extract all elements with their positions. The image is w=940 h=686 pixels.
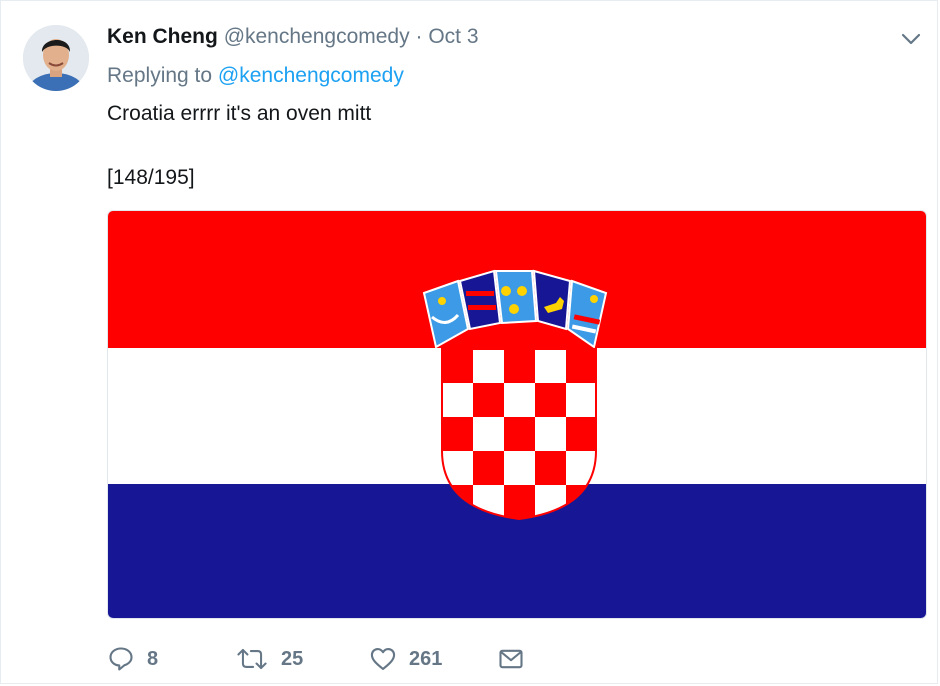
retweet-arrows-icon	[235, 645, 269, 673]
reply-count: 8	[147, 647, 159, 670]
retweet-button[interactable]: 25	[235, 641, 303, 677]
author-name[interactable]: Ken Cheng	[107, 25, 218, 48]
avatar-photo	[23, 25, 89, 91]
tweet-header: Ken Cheng @kenchengcomedy · Oct 3	[107, 23, 479, 51]
envelope-icon	[497, 645, 525, 673]
like-button[interactable]: 261	[369, 641, 442, 677]
tweet-text-line-1: Croatia errrr it's an oven mitt	[107, 102, 372, 125]
tweet-card[interactable]: Ken Cheng @kenchengcomedy · Oct 3 Replyi…	[0, 0, 938, 684]
replying-to-label: Replying to	[107, 64, 213, 87]
heart-icon	[369, 645, 397, 673]
tweet-date[interactable]: Oct 3	[428, 25, 478, 48]
author-handle[interactable]: @kenchengcomedy	[224, 25, 410, 48]
retweet-count: 25	[281, 647, 304, 670]
tweet-actions: 8 25 261	[107, 641, 607, 677]
croatia-flag-image	[108, 211, 926, 618]
chevron-down-icon[interactable]	[899, 27, 923, 51]
tweet-media-image[interactable]	[107, 210, 927, 619]
replying-to: Replying to @kenchengcomedy	[107, 62, 404, 90]
coat-of-arms-shield	[441, 348, 597, 521]
direct-message-button[interactable]	[497, 641, 525, 677]
like-count: 261	[409, 647, 443, 670]
reply-button[interactable]: 8	[107, 641, 158, 677]
header-separator: ·	[415, 25, 423, 48]
replying-to-handle[interactable]: @kenchengcomedy	[218, 64, 404, 87]
tweet-text-line-2: [148/195]	[107, 166, 195, 189]
avatar[interactable]	[23, 25, 89, 91]
speech-bubble-icon	[107, 645, 135, 673]
